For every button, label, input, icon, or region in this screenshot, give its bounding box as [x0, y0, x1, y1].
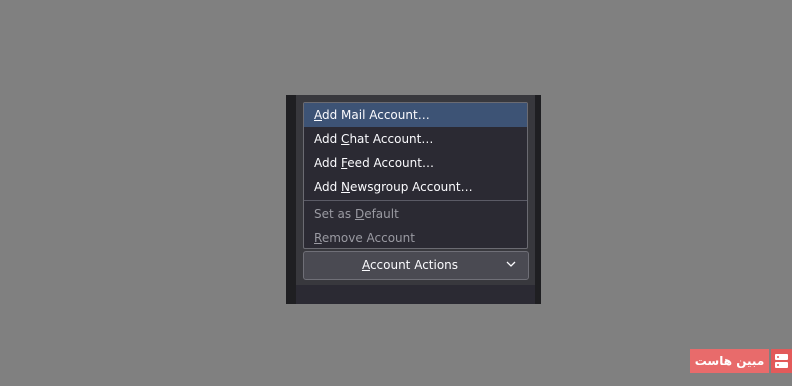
menu-item-access-key: R	[314, 231, 322, 245]
menu-item-label: Set as	[314, 207, 355, 221]
menu-item-access-key: A	[314, 108, 322, 122]
menu-item-label: emove Account	[321, 231, 415, 245]
account-actions-menu: Add Mail Account… Add Chat Account… Add …	[303, 102, 528, 249]
account-actions-access-key: A	[361, 258, 370, 272]
watermark-logo: مبین هاست	[690, 349, 792, 373]
menu-item-add-chat-account[interactable]: Add Chat Account…	[304, 127, 527, 151]
menu-item-access-key: N	[341, 180, 351, 194]
menu-item-add-newsgroup-account[interactable]: Add Newsgroup Account…	[304, 175, 527, 199]
menu-item-access-key: D	[354, 207, 365, 221]
panel-right-border	[535, 95, 541, 304]
menu-item-label: ewsgroup Account…	[350, 180, 473, 194]
panel-left-border	[286, 95, 296, 304]
menu-item-label: Add	[314, 156, 342, 170]
panel-footer	[296, 285, 535, 304]
menu-item-add-mail-account[interactable]: Add Mail Account…	[304, 103, 527, 127]
menu-item-label: Add	[314, 132, 342, 146]
menu-item-label: Add	[314, 180, 342, 194]
chevron-down-icon	[506, 261, 516, 267]
menu-item-label: eed Account…	[347, 156, 434, 170]
watermark-text: مبین هاست	[690, 349, 769, 373]
menu-item-add-feed-account[interactable]: Add Feed Account…	[304, 151, 527, 175]
server-icon	[771, 349, 792, 373]
account-actions-button[interactable]: Account Actions	[303, 251, 529, 280]
menu-item-set-as-default: Set as Default	[304, 202, 527, 226]
menu-separator	[304, 200, 527, 201]
menu-item-label: hat Account…	[349, 132, 434, 146]
menu-item-remove-account: Remove Account	[304, 226, 527, 250]
menu-item-label: dd Mail Account…	[322, 108, 430, 122]
account-actions-label: Account Actions	[361, 258, 459, 272]
menu-item-label: efault	[364, 207, 399, 221]
